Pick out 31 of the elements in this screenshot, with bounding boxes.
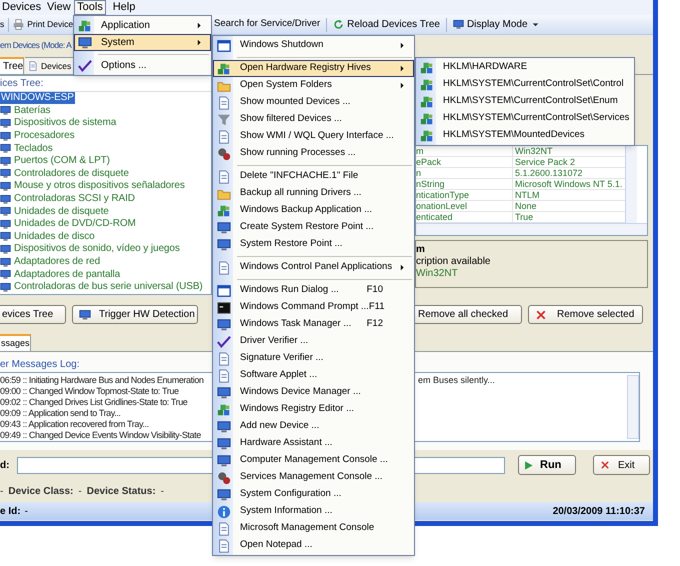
log-line: 09:00 :: Changed Window Topmost-State to: True bbox=[0, 386, 180, 397]
property-value: Microsoft Windows NT 5.1. bbox=[513, 179, 625, 190]
log-line: 06:59 :: Initiating Hardware Bus and Nodes Enumeration bbox=[0, 375, 205, 386]
detail-label: Device Status: bbox=[86, 484, 156, 498]
property-name: nString bbox=[416, 179, 513, 190]
status-label: e Id: bbox=[0, 504, 21, 518]
property-value: None bbox=[513, 201, 625, 212]
detail-value: - bbox=[0, 484, 4, 498]
log-line: 09:02 :: Changed Drives List Gridlines-State to: True bbox=[0, 397, 188, 408]
command-label: d: bbox=[0, 458, 10, 472]
detail-value: - bbox=[160, 484, 164, 498]
property-name: onationLevel bbox=[416, 201, 513, 212]
log-line: 09:49 :: Changed Device Events Window Visibility-State bbox=[0, 430, 202, 441]
mode-label: em Devices (Mode: A bbox=[0, 38, 72, 52]
property-value: NTLM bbox=[513, 190, 625, 201]
status-value: - bbox=[24, 504, 28, 518]
log-line: 09:09 :: Application send to Tray... bbox=[0, 408, 122, 419]
description-title: m bbox=[416, 244, 426, 256]
property-name: n bbox=[416, 168, 513, 179]
detail-label: Device Class: bbox=[8, 484, 74, 498]
log-title: er Messages Log: bbox=[0, 359, 80, 372]
status-datetime: 20/03/2009 11:10:37 bbox=[552, 504, 645, 518]
description-text: cription available bbox=[416, 256, 492, 268]
detail-value: - bbox=[78, 484, 82, 498]
property-name: ePack bbox=[416, 157, 513, 168]
log-line: 09:43 :: Application recovered from Tray... bbox=[0, 419, 150, 430]
log-line: em Buses silently... bbox=[418, 375, 496, 386]
description-value: Win32NT bbox=[416, 268, 459, 280]
property-value: 5.1.2600.131072 bbox=[513, 168, 625, 179]
property-name: nticationType bbox=[416, 190, 513, 201]
property-value: Service Pack 2 bbox=[513, 157, 625, 168]
